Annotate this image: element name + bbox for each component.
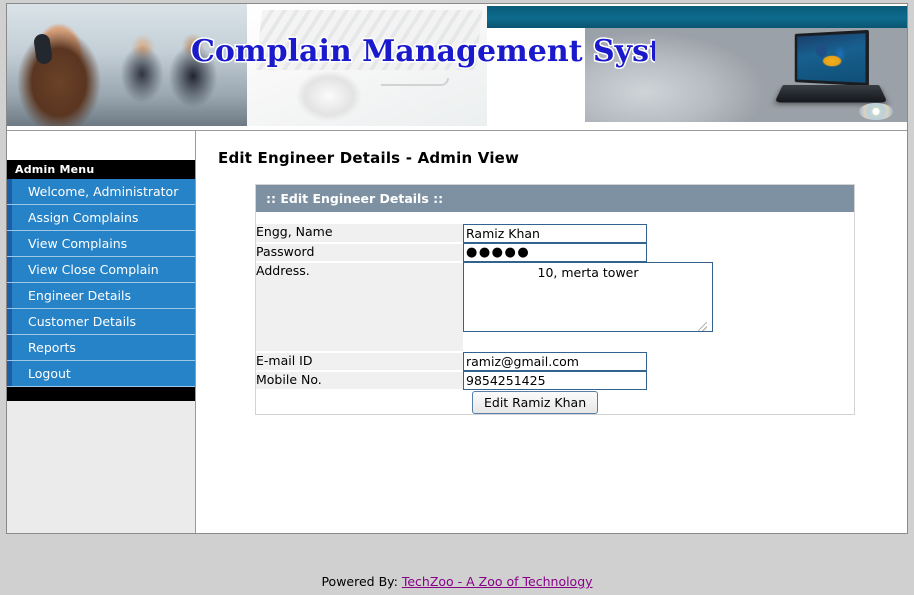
sidebar: Admin Menu Welcome, Administrator Assign… — [7, 131, 196, 533]
sidebar-top-gap — [7, 131, 195, 160]
table-row: Password — [256, 243, 854, 263]
parrot-wallpaper-icon — [811, 40, 847, 76]
engg-name-input[interactable] — [463, 224, 647, 243]
value-password — [463, 243, 854, 262]
body-area: Admin Menu Welcome, Administrator Assign… — [7, 130, 907, 533]
edit-engineer-form: Engg, Name Password Addres — [256, 224, 854, 414]
techzoo-link[interactable]: TechZoo - A Zoo of Technology — [402, 574, 593, 589]
table-row: Mobile No. — [256, 371, 854, 391]
label-mobile-no: Mobile No. — [256, 371, 463, 391]
page-frame: Complain Management System Admin Menu We… — [6, 3, 908, 534]
value-engg-name — [463, 224, 854, 243]
submit-row: Edit Ramiz Khan — [256, 390, 854, 414]
sidebar-item-logout[interactable]: Logout — [7, 361, 195, 387]
label-password: Password — [256, 243, 463, 263]
footer-prefix: Powered By: — [321, 574, 402, 589]
sidebar-item-customer-details[interactable]: Customer Details — [7, 309, 195, 335]
label-email-id: E-mail ID — [256, 352, 463, 372]
edit-engineer-submit-button[interactable]: Edit Ramiz Khan — [472, 391, 599, 414]
banner-title-text: Complain Management System — [191, 34, 655, 69]
sidebar-item-assign-complains[interactable]: Assign Complains — [7, 205, 195, 231]
value-email-id — [463, 352, 854, 371]
sidebar-item-view-complains[interactable]: View Complains — [7, 231, 195, 257]
submit-cell: Edit Ramiz Khan — [256, 390, 854, 414]
banner-teal-strip — [487, 6, 907, 28]
address-textarea[interactable]: 10, merta tower — [463, 262, 713, 332]
label-address: Address. — [256, 262, 463, 353]
sidebar-item-reports[interactable]: Reports — [7, 335, 195, 361]
sidebar-item-welcome-administrator[interactable]: Welcome, Administrator — [7, 179, 195, 205]
address-textarea-wrap: 10, merta tower — [463, 262, 713, 335]
table-row: Address. 10, merta tower — [256, 262, 854, 353]
content-area: Edit Engineer Details - Admin View :: Ed… — [196, 131, 907, 533]
value-address: 10, merta tower — [463, 262, 854, 352]
cd-disc-icon — [859, 103, 893, 120]
admin-menu-header: Admin Menu — [7, 160, 195, 179]
admin-menu-list: Welcome, Administrator Assign Complains … — [7, 179, 195, 387]
mobile-input[interactable] — [463, 371, 647, 390]
page-title: Edit Engineer Details - Admin View — [218, 149, 520, 167]
footer-text: Powered By: TechZoo - A Zoo of Technolog… — [0, 574, 914, 589]
edit-engineer-panel: :: Edit Engineer Details :: Engg, Name P… — [255, 184, 855, 415]
label-engg-name: Engg, Name — [256, 224, 463, 244]
page-footer: Powered By: TechZoo - A Zoo of Technolog… — [0, 534, 914, 595]
password-input[interactable] — [463, 243, 647, 262]
table-row: E-mail ID — [256, 352, 854, 372]
email-input[interactable] — [463, 352, 647, 371]
menu-footer-bar — [7, 387, 195, 401]
site-banner: Complain Management System — [7, 4, 907, 128]
banner-title: Complain Management System — [190, 33, 656, 71]
laptop-screen — [794, 29, 869, 87]
laptop-keyboard-base — [774, 84, 888, 103]
sidebar-item-view-close-complain[interactable]: View Close Complain — [7, 257, 195, 283]
panel-header: :: Edit Engineer Details :: — [256, 185, 854, 212]
value-mobile-no — [463, 371, 854, 390]
sidebar-item-engineer-details[interactable]: Engineer Details — [7, 283, 195, 309]
table-row: Engg, Name — [256, 224, 854, 244]
